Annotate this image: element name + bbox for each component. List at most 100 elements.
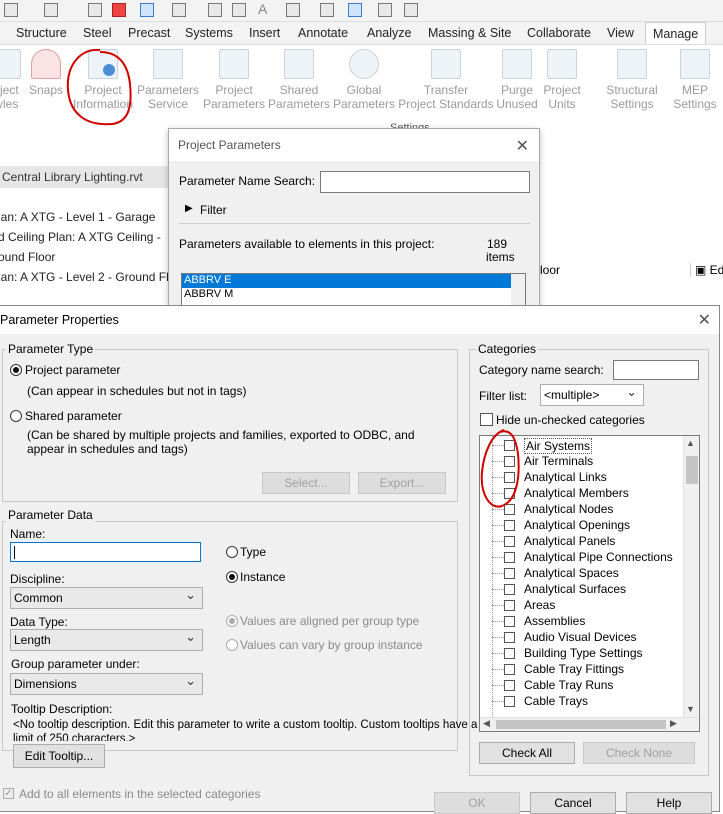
help-button[interactable]: Help — [626, 792, 712, 814]
browser-item[interactable]: lan: A XTG - Level 2 - Ground Fl — [0, 270, 169, 284]
discipline-select[interactable]: Common — [10, 587, 203, 609]
browser-item[interactable]: lan: A XTG - Level 1 - Garage — [0, 210, 155, 224]
category-checkbox[interactable] — [504, 552, 515, 563]
shared-parameter-radio[interactable] — [10, 410, 22, 422]
pdf-icon[interactable] — [112, 3, 126, 17]
category-checkbox[interactable] — [504, 696, 515, 707]
category-item[interactable]: Air Systems — [524, 438, 593, 454]
category-item[interactable]: Cable Trays — [524, 694, 588, 708]
home-3d-icon[interactable] — [286, 3, 300, 17]
transfer-project-standards-button[interactable]: Transfer Project Standards — [398, 49, 494, 111]
category-search-input[interactable] — [613, 360, 699, 380]
category-scrollbar[interactable]: ▲ ▼ — [683, 436, 699, 718]
global-parameters-button[interactable]: Global Parameters — [332, 49, 396, 111]
file-tab[interactable]: Central Library Lighting.rvt — [0, 166, 170, 188]
close-icon[interactable]: ✕ — [516, 136, 529, 156]
instance-radio-label[interactable]: Instance — [240, 570, 285, 584]
values-aligned-radio[interactable] — [226, 615, 238, 627]
category-item[interactable]: Analytical Members — [524, 486, 629, 500]
tab-manage[interactable]: Manage — [645, 22, 707, 44]
tab-systems[interactable]: Systems — [185, 26, 233, 40]
category-item[interactable]: Analytical Panels — [524, 534, 615, 548]
project-parameters-button[interactable]: Project Parameters — [202, 49, 266, 111]
category-item[interactable]: Areas — [524, 598, 555, 612]
category-checkbox[interactable] — [504, 584, 515, 595]
category-item[interactable]: Cable Tray Runs — [524, 678, 613, 692]
cancel-button[interactable]: Cancel — [530, 792, 616, 814]
edit-type-button[interactable]: ▣ Edit Ty — [690, 263, 723, 277]
modify-icon[interactable] — [140, 3, 154, 17]
export-button[interactable]: Export... — [358, 472, 446, 494]
category-item[interactable]: Analytical Openings — [524, 518, 630, 532]
list-item[interactable]: ABBRV M — [182, 288, 525, 302]
edit-tooltip-button[interactable]: Edit Tooltip... — [13, 744, 105, 768]
purge-unused-button[interactable]: Purge Unused — [494, 49, 540, 111]
values-vary-radio[interactable] — [226, 639, 238, 651]
project-units-button[interactable]: Project Units — [540, 49, 584, 111]
category-item[interactable]: Air Terminals — [524, 454, 593, 468]
section-icon[interactable] — [320, 3, 334, 17]
data-type-select[interactable]: Length — [10, 629, 203, 651]
aligned-dimension-icon[interactable] — [208, 3, 222, 17]
category-item[interactable]: Analytical Pipe Connections — [524, 550, 673, 564]
tab-steel[interactable]: Steel — [83, 26, 112, 40]
undo-icon[interactable] — [4, 3, 18, 17]
category-checkbox[interactable] — [504, 600, 515, 611]
print-icon[interactable] — [88, 3, 102, 17]
category-checkbox[interactable] — [504, 632, 515, 643]
mep-settings-button[interactable]: MEP Settings — [670, 49, 720, 111]
category-item[interactable]: Assemblies — [524, 614, 585, 628]
category-hscrollbar[interactable]: ◀ ▶ — [480, 717, 699, 731]
check-none-button[interactable]: Check None — [583, 742, 695, 764]
shared-parameter-label[interactable]: Shared parameter — [25, 409, 122, 423]
category-checkbox[interactable] — [504, 616, 515, 627]
object-styles-button[interactable]: bject tyles — [0, 49, 24, 111]
check-all-button[interactable]: Check All — [479, 742, 575, 764]
group-under-select[interactable]: Dimensions — [10, 673, 203, 695]
category-checkbox[interactable] — [504, 536, 515, 547]
tag-icon[interactable] — [232, 3, 246, 17]
list-item[interactable]: ABBRV E — [182, 274, 511, 288]
hscrollbar-thumb[interactable] — [496, 720, 666, 729]
type-radio-label[interactable]: Type — [240, 545, 266, 559]
expand-arrow-icon[interactable]: ▶ — [185, 203, 193, 214]
category-checkbox[interactable] — [504, 568, 515, 579]
text-icon[interactable]: A — [258, 1, 272, 17]
category-item[interactable]: Cable Tray Fittings — [524, 662, 624, 676]
shared-parameters-button[interactable]: Shared Parameters — [268, 49, 330, 111]
snaps-button[interactable]: Snaps — [28, 49, 64, 97]
tab-analyze[interactable]: Analyze — [367, 26, 411, 40]
category-item[interactable]: Analytical Surfaces — [524, 582, 626, 596]
category-checkbox[interactable] — [504, 520, 515, 531]
category-checkbox[interactable] — [504, 664, 515, 675]
parameter-search-input[interactable] — [320, 171, 530, 193]
add-to-all-checkbox[interactable]: ✓ — [3, 788, 14, 799]
category-item[interactable]: Analytical Links — [524, 470, 607, 484]
project-parameter-radio[interactable] — [10, 364, 22, 376]
project-parameter-label[interactable]: Project parameter — [25, 363, 120, 377]
tab-structure[interactable]: Structure — [16, 26, 67, 40]
category-checkbox[interactable] — [504, 648, 515, 659]
name-input[interactable] — [10, 542, 201, 562]
browser-item[interactable]: ound Floor — [0, 250, 55, 264]
type-selector-value[interactable]: loor — [540, 263, 560, 277]
filter-expander[interactable]: Filter — [200, 203, 227, 217]
instance-radio[interactable] — [226, 571, 238, 583]
category-checkbox[interactable] — [504, 680, 515, 691]
tab-insert[interactable]: Insert — [249, 26, 280, 40]
type-radio[interactable] — [226, 546, 238, 558]
close-icon[interactable]: ✕ — [698, 310, 711, 330]
tab-view[interactable]: View — [607, 26, 634, 40]
ok-button[interactable]: OK — [434, 792, 520, 814]
tab-collaborate[interactable]: Collaborate — [527, 26, 591, 40]
category-item[interactable]: Building Type Settings — [524, 646, 643, 660]
filter-list-select[interactable]: <multiple> — [540, 384, 644, 406]
browser-item[interactable]: d Ceiling Plan: A XTG Ceiling - — [0, 230, 161, 244]
structural-settings-button[interactable]: Structural Settings — [600, 49, 664, 111]
switch-windows-icon[interactable] — [378, 3, 392, 17]
thin-lines-icon[interactable] — [348, 3, 362, 17]
tab-annotate[interactable]: Annotate — [298, 26, 348, 40]
measure-icon[interactable] — [172, 3, 186, 17]
category-item[interactable]: Audio Visual Devices — [524, 630, 637, 644]
category-item[interactable]: Analytical Nodes — [524, 502, 613, 516]
